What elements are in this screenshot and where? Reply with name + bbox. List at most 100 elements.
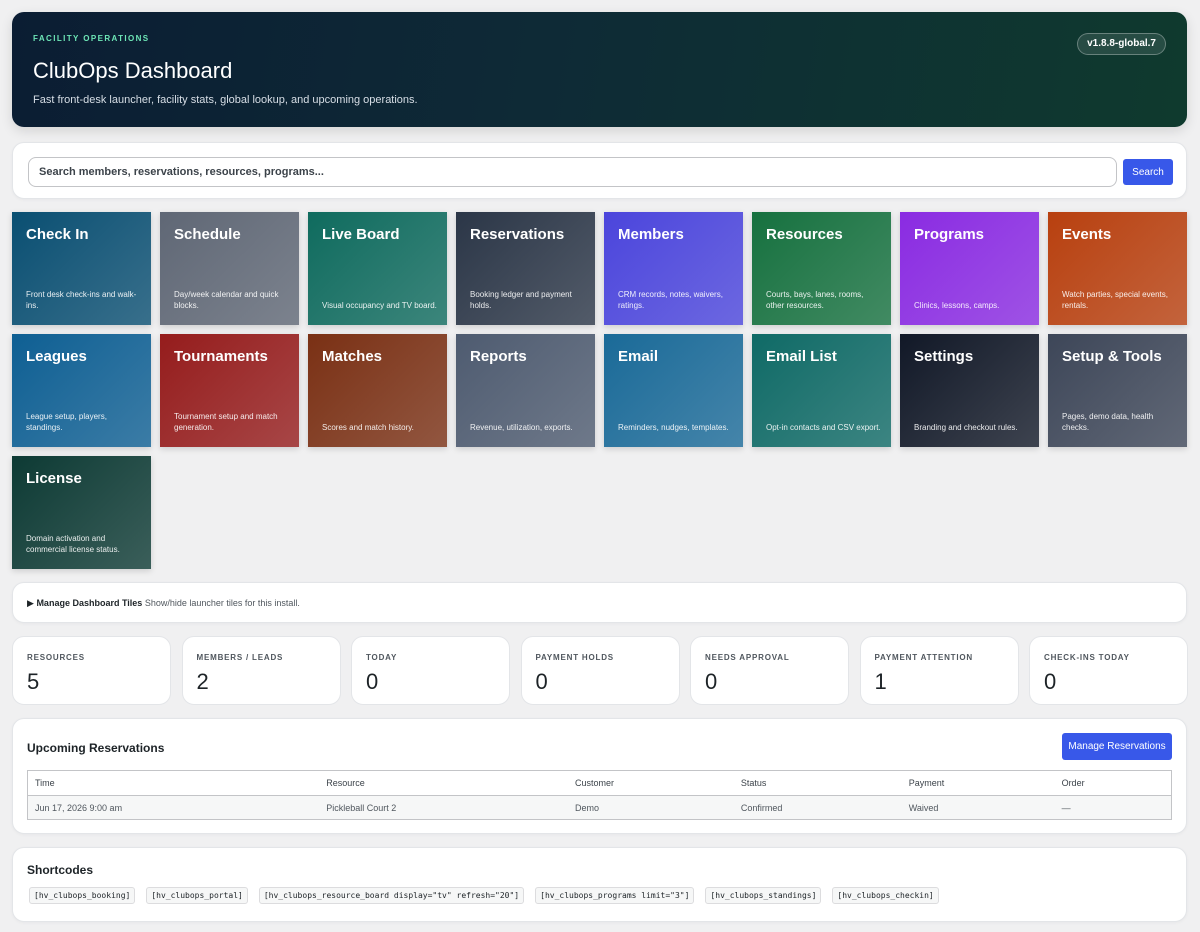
tile-description: Courts, bays, lanes, rooms, other resour… [766, 290, 864, 310]
tile-title: Email [618, 348, 659, 365]
stat-today: TODAY 0 [351, 636, 510, 705]
shortcode-item[interactable]: [hv_clubops_standings] [705, 887, 822, 904]
tile-live-board[interactable]: Live Board Visual occupancy and TV board. [308, 212, 447, 325]
stat-value: 0 [1044, 669, 1057, 694]
tile-programs[interactable]: Programs Clinics, lessons, camps. [900, 212, 1039, 325]
stat-label: NEEDS APPROVAL [705, 653, 790, 662]
shortcode-item[interactable]: [hv_clubops_portal] [146, 887, 248, 904]
tile-settings[interactable]: Settings Branding and checkout rules. [900, 334, 1039, 447]
table-cell-resource: Pickleball Court 2 [319, 795, 568, 820]
header-eyebrow: FACILITY OPERATIONS [33, 34, 150, 43]
tile-matches[interactable]: Matches Scores and match history. [308, 334, 447, 447]
column-header-time: Time [27, 770, 320, 796]
manage-tiles-toggle[interactable]: ▶ Manage Dashboard Tiles Show/hide launc… [27, 598, 300, 609]
shortcode-item[interactable]: [hv_clubops_checkin] [832, 887, 939, 904]
tile-title: Schedule [174, 226, 241, 243]
tile-resources[interactable]: Resources Courts, bays, lanes, rooms, oth… [752, 212, 891, 325]
tile-title: Settings [914, 348, 974, 365]
tile-email[interactable]: Email Reminders, nudges, templates. [604, 334, 743, 447]
tile-setup-and-tools[interactable]: Setup & Tools Pages, demo data, health ch… [1048, 334, 1187, 447]
tile-check-in[interactable]: Check In Front desk check-ins and walk-in… [12, 212, 151, 325]
table-row[interactable]: Jun 17, 2026 9:00 am Pickleball Court 2 De… [27, 795, 1172, 820]
stat-payment-attention: PAYMENT ATTENTION 1 [859, 636, 1019, 705]
shortcodes-card: Shortcodes [hv_clubops_booking] [hv_clubo… [12, 847, 1187, 922]
column-header-customer: Customer [567, 770, 734, 796]
stat-label: MEMBERS / LEADS [196, 653, 284, 662]
tile-events[interactable]: Events Watch parties, special events, ren… [1048, 212, 1187, 325]
tile-tournaments[interactable]: Tournaments Tournament setup and match ge… [160, 334, 299, 447]
tile-description: Scores and match history. [322, 423, 414, 432]
tile-description: CRM records, notes, waivers, ratings. [618, 290, 723, 310]
stat-resources: RESOURCES 5 [12, 636, 171, 705]
tile-title: License [26, 470, 82, 487]
shortcode-item[interactable]: [hv_clubops_resource_board display="tv" … [258, 887, 525, 904]
tile-description: Opt-in contacts and CSV export. [766, 423, 881, 432]
tile-description: Visual occupancy and TV board. [322, 301, 437, 310]
tile-description: Clinics, lessons, camps. [914, 301, 1000, 310]
version-badge: v1.8.8-global.7 [1077, 33, 1166, 55]
tile-description: Pages, demo data, health checks. [1062, 412, 1154, 432]
tile-members[interactable]: Members CRM records, notes, waivers, rati… [604, 212, 743, 325]
stat-label: CHECK-INS TODAY [1044, 653, 1130, 662]
stat-members-leads: MEMBERS / LEADS 2 [181, 636, 341, 705]
stat-label: PAYMENT ATTENTION [874, 653, 973, 662]
column-header-resource: Resource [319, 770, 568, 796]
stat-label: PAYMENT HOLDS [535, 653, 614, 662]
manage-tiles-panel: ▶ Manage Dashboard Tiles Show/hide launc… [12, 582, 1187, 623]
tile-title: Tournaments [174, 348, 268, 365]
tile-description: Revenue, utilization, exports. [470, 423, 573, 432]
disclosure-triangle-icon: ▶ [27, 598, 34, 608]
tile-schedule[interactable]: Schedule Day/week calendar and quick bloc… [160, 212, 299, 325]
tile-leagues[interactable]: Leagues League setup, players, standings. [12, 334, 151, 447]
stat-check-ins-today: CHECK-INS TODAY 0 [1029, 636, 1188, 705]
reservations-table: Time Resource Customer Status Payment Order J… [27, 770, 1172, 820]
tile-description: Day/week calendar and quick blocks. [174, 290, 279, 310]
tile-title: Leagues [26, 348, 87, 365]
stat-needs-approval: NEEDS APPROVAL 0 [690, 636, 849, 705]
page-subtitle: Fast front-desk launcher, facility stats… [33, 94, 418, 106]
shortcodes-title: Shortcodes [27, 863, 94, 877]
column-header-order: Order [1054, 770, 1172, 796]
tile-reports[interactable]: Reports Revenue, utilization, exports. [456, 334, 595, 447]
tile-description: Branding and checkout rules. [914, 423, 1018, 432]
tile-description: League setup, players, standings. [26, 412, 107, 432]
manage-tiles-hint: Show/hide launcher tiles for this instal… [144, 598, 300, 608]
page-title: ClubOps Dashboard [33, 58, 233, 83]
column-header-status: Status [733, 770, 902, 796]
shortcodes-list: [hv_clubops_booking] [hv_clubops_portal] [… [29, 887, 939, 904]
table-cell-order: — [1054, 795, 1172, 820]
tile-email-list[interactable]: Email List Opt-in contacts and CSV export… [752, 334, 891, 447]
tile-title: Live Board [322, 226, 400, 243]
tile-description: Booking ledger and payment holds. [470, 290, 572, 310]
search-card: Search [12, 142, 1187, 199]
stat-label: TODAY [366, 653, 398, 662]
search-button[interactable]: Search [1123, 159, 1173, 185]
stat-value: 0 [366, 669, 379, 694]
tile-description: Front desk check-ins and walk-ins. [26, 290, 137, 310]
dashboard-header: FACILITY OPERATIONS ClubOps Dashboard Fa… [12, 12, 1187, 127]
manage-reservations-button[interactable]: Manage Reservations [1062, 733, 1172, 760]
tile-description: Domain activation and commercial license… [26, 534, 120, 554]
stat-value: 0 [705, 669, 718, 694]
stat-value: 1 [874, 669, 887, 694]
manage-tiles-label: Manage Dashboard Tiles [36, 598, 143, 608]
tile-title: Check In [26, 226, 89, 243]
tile-title: Resources [766, 226, 843, 243]
tile-title: Reservations [470, 226, 565, 243]
shortcode-item[interactable]: [hv_clubops_programs limit="3"] [535, 887, 695, 904]
stat-value: 0 [535, 669, 548, 694]
tile-title: Members [618, 226, 684, 243]
stat-label: RESOURCES [27, 653, 85, 662]
table-header-row: Time Resource Customer Status Payment Order [27, 770, 1172, 796]
tile-title: Matches [322, 348, 383, 365]
tile-license[interactable]: License Domain activation and commercial … [12, 456, 151, 569]
stat-payment-holds: PAYMENT HOLDS 0 [520, 636, 680, 705]
tile-reservations[interactable]: Reservations Booking ledger and payment h… [456, 212, 595, 325]
table-cell-customer: Demo [567, 795, 734, 820]
tile-title: Programs [914, 226, 985, 243]
table-cell-status: Confirmed [733, 795, 902, 820]
reservations-title: Upcoming Reservations [27, 741, 165, 755]
shortcode-item[interactable]: [hv_clubops_booking] [29, 887, 136, 904]
global-search-input[interactable] [28, 157, 1117, 187]
tile-description: Reminders, nudges, templates. [618, 423, 729, 432]
